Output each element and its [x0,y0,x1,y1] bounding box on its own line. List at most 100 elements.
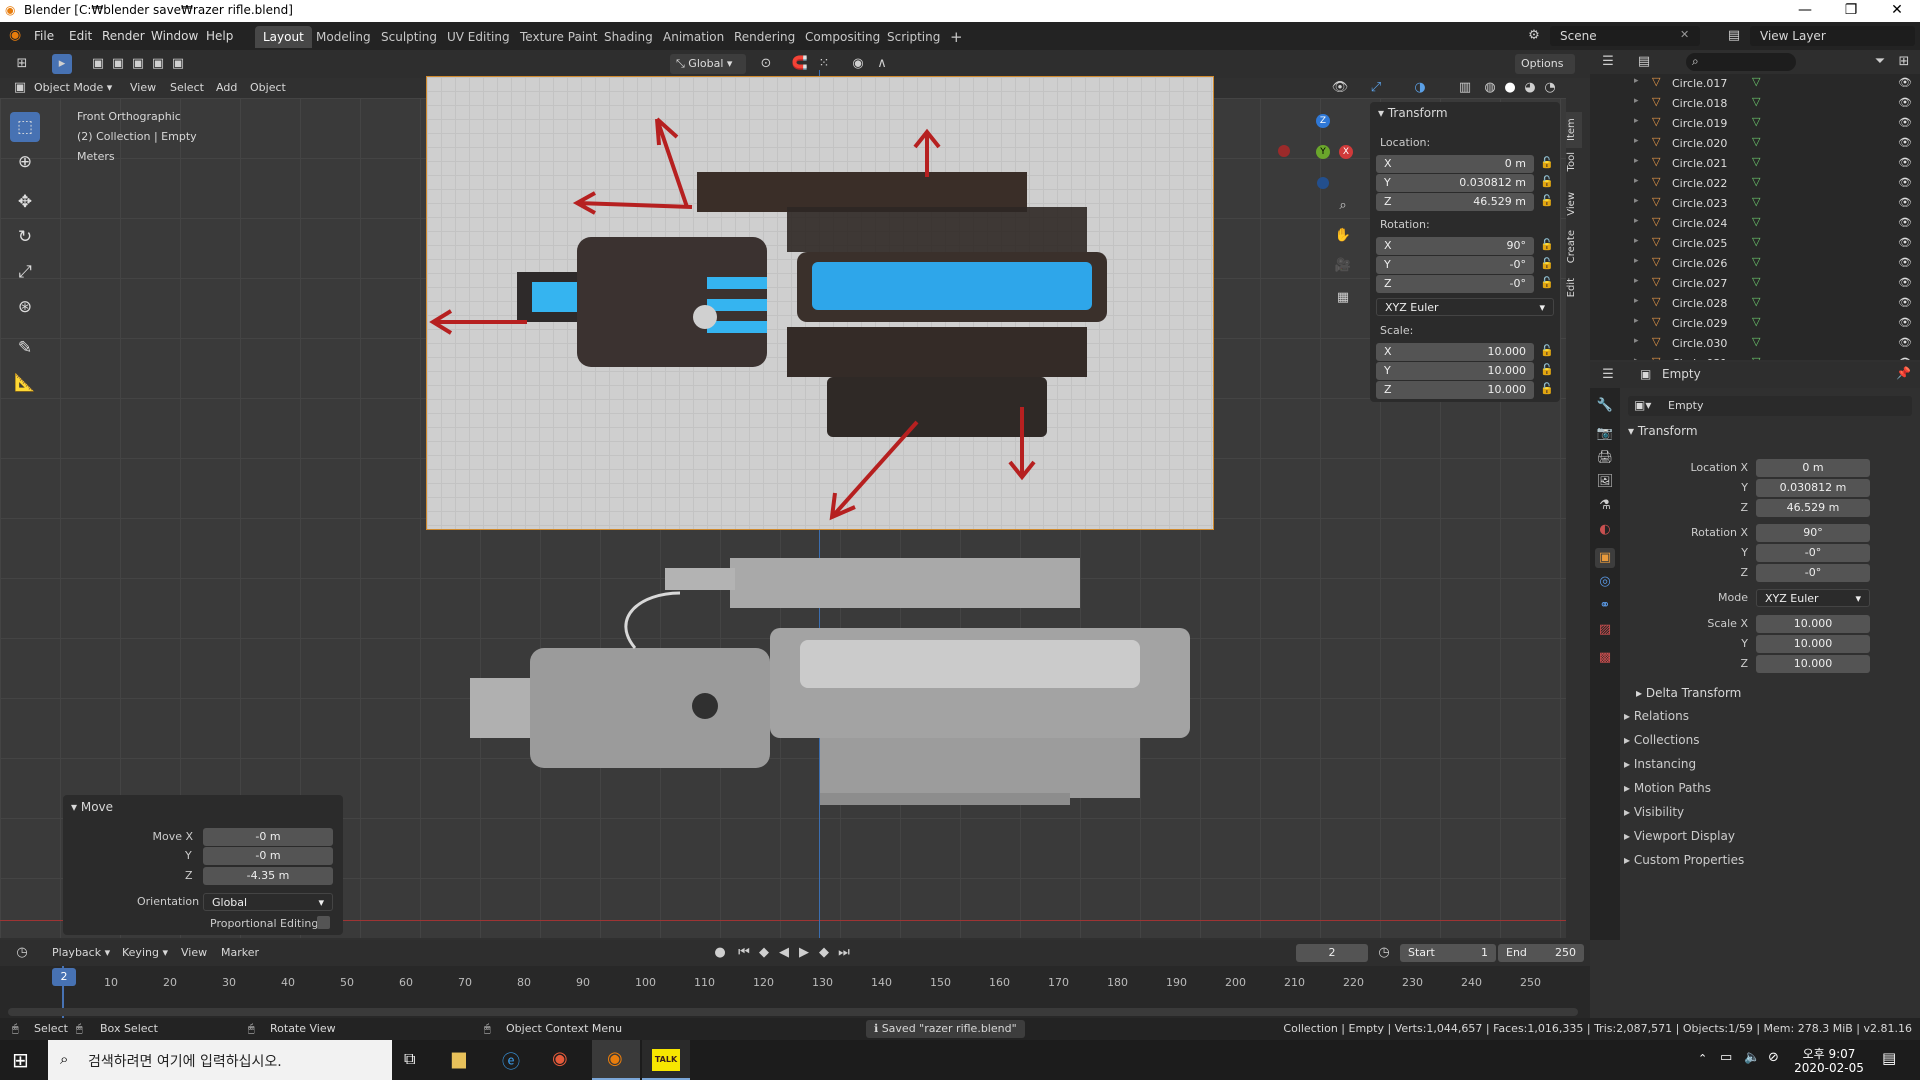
visibility-eye-icon[interactable]: 👁 [1898,296,1912,309]
visibility-eye-icon[interactable]: 👁 [1898,276,1912,289]
scale-x-field[interactable]: X 10.000 [1376,343,1534,361]
falloff-icon[interactable]: ∧ [872,54,892,74]
timeline-scrollbar[interactable] [8,1008,1578,1016]
menu-view[interactable]: View [130,81,156,94]
view-layer-selector[interactable]: View Layer [1750,26,1915,46]
menu-select[interactable]: Select [170,81,204,94]
select-box-tool-icon[interactable]: ⬚ [10,112,40,142]
menu-file[interactable]: File [28,27,60,45]
lock-rotation-z-icon[interactable]: 🔓 [1540,276,1554,289]
outliner-item[interactable]: ▸ ▽ Circle.030 ▽ 👁 [1590,334,1920,354]
zoom-icon[interactable]: ⌕ [1333,196,1353,216]
prop-scale-y-field[interactable]: 10.000 [1756,635,1870,653]
scene-icon[interactable]: ⚙ [1524,26,1544,46]
rendered-shading-icon[interactable]: ◔ [1540,78,1560,98]
visibility-eye-icon[interactable]: 👁 [1898,96,1912,109]
select-mode-subtract-icon[interactable]: ▣ [128,54,148,74]
prop-location-z-field[interactable]: 46.529 m [1756,499,1870,517]
scale-tool-icon[interactable]: ⤢ [10,257,40,287]
lock-location-x-icon[interactable]: 🔓 [1540,156,1554,169]
end-frame-field[interactable]: End 250 [1498,944,1584,962]
object-name-field[interactable]: ▣▾ Empty [1628,396,1912,416]
visibility-eye-icon[interactable]: 👁 [1898,176,1912,189]
tab-animation[interactable]: Animation [655,26,732,48]
close-button[interactable]: ✕ [1874,0,1920,22]
start-frame-field[interactable]: Start 1 [1400,944,1496,962]
move-tool-icon[interactable]: ✥ [10,187,40,217]
outliner-editor-icon[interactable]: ☰ [1598,52,1618,72]
tray-chevron-icon[interactable]: ⌃ [1698,1052,1707,1065]
next-keyframe-icon[interactable]: ◆ [814,943,834,963]
scale-z-field[interactable]: Z 10.000 [1376,381,1534,399]
expand-arrow-icon[interactable]: ▸ [1634,276,1639,286]
timeline-view-menu[interactable]: View [181,946,207,959]
menu-help[interactable]: Help [200,27,239,45]
gizmo-neg-x-axis[interactable] [1278,145,1290,157]
marker-menu[interactable]: Marker [221,946,259,959]
scale-y-field[interactable]: Y 10.000 [1376,362,1534,380]
edge-browser-icon[interactable]: ⓔ [502,1048,520,1074]
lock-rotation-x-icon[interactable]: 🔓 [1540,238,1554,251]
blender-menu-icon[interactable]: ◉ [9,27,21,43]
jump-end-icon[interactable]: ⏭ [834,943,854,963]
prop-scale-z-field[interactable]: 10.000 [1756,655,1870,673]
tab-item[interactable]: Item [1566,112,1582,148]
playhead-frame[interactable]: 2 [52,968,76,986]
lock-scale-z-icon[interactable]: 🔓 [1540,382,1554,395]
constraints-tab-icon[interactable]: ⚭ [1595,596,1615,616]
expand-arrow-icon[interactable]: ▸ [1634,76,1639,86]
cursor-tool-icon[interactable]: ⊕ [10,147,40,177]
blender-taskbar-button[interactable]: ◉ [592,1040,640,1080]
menu-render[interactable]: Render [96,27,151,45]
properties-section-header[interactable]: ▸ Viewport Display [1624,829,1735,843]
select-tool-icon[interactable]: ▸ [52,54,72,74]
select-mode-new-icon[interactable]: ▣ [88,54,108,74]
tab-edit[interactable]: Edit [1566,278,1577,297]
tool-tab-icon[interactable]: 🔧 [1595,396,1615,416]
notification-icon[interactable]: ▤ [1882,1049,1896,1067]
output-tab-icon[interactable]: 🖨 [1595,448,1615,468]
visibility-eye-icon[interactable]: 👁 [1898,196,1912,209]
view-layer-icon[interactable]: ▤ [1724,26,1744,46]
physics-tab-icon[interactable]: ◎ [1595,572,1615,592]
menu-add[interactable]: Add [216,81,237,94]
perspective-grid-icon[interactable]: ▦ [1333,288,1353,308]
editor-type-icon[interactable]: ⊞ [12,54,32,74]
lock-location-y-icon[interactable]: 🔓 [1540,175,1554,188]
expand-arrow-icon[interactable]: ▸ [1634,216,1639,226]
snap-icon[interactable]: 🧲 [790,54,810,74]
move-y-field[interactable]: -0 m [203,847,333,865]
volume-icon[interactable]: 🔈 [1744,1050,1760,1065]
properties-section-header[interactable]: ▸ Instancing [1624,757,1696,771]
current-frame-field[interactable]: 2 [1296,944,1368,962]
new-collection-icon[interactable]: ⊞ [1894,52,1914,72]
expand-arrow-icon[interactable]: ▸ [1634,156,1639,166]
lock-location-z-icon[interactable]: 🔓 [1540,194,1554,207]
task-view-icon[interactable]: ⧉ [404,1049,415,1069]
visibility-eye-icon[interactable]: 👁 [1898,156,1912,169]
location-z-field[interactable]: Z 46.529 m [1376,193,1534,211]
add-workspace-button[interactable]: + [942,26,971,48]
prev-keyframe-icon[interactable]: ◆ [754,943,774,963]
windows-start-icon[interactable]: ⊞ [12,1048,29,1072]
expand-arrow-icon[interactable]: ▸ [1634,196,1639,206]
play-reverse-icon[interactable]: ◀ [774,943,794,963]
snap-target-icon[interactable]: ⁙ [814,54,834,74]
outliner-item[interactable]: ▸ ▽ Circle.021 ▽ 👁 [1590,154,1920,174]
pivot-icon[interactable]: ⊙ [756,54,776,74]
properties-section-header[interactable]: ▸ Relations [1624,709,1689,723]
expand-arrow-icon[interactable]: ▸ [1634,296,1639,306]
tab-layout[interactable]: Layout [255,26,312,48]
navigation-gizmo[interactable]: Z Y X [1270,108,1353,189]
tab-modeling[interactable]: Modeling [308,26,379,48]
jump-start-icon[interactable]: ⏮ [734,943,754,963]
tab-view[interactable]: View [1566,192,1577,216]
visibility-eye-icon[interactable]: 👁 [1898,136,1912,149]
visibility-eye-icon[interactable]: 👁 [1898,256,1912,269]
outliner-item[interactable]: ▸ ▽ Circle.028 ▽ 👁 [1590,294,1920,314]
scene-tab-icon[interactable]: ⚗ [1595,496,1615,516]
menu-object[interactable]: Object [250,81,286,94]
scene-close-icon[interactable]: ✕ [1680,28,1689,41]
expand-arrow-icon[interactable]: ▸ [1634,336,1639,346]
xray-icon[interactable]: ▥ [1455,78,1475,98]
